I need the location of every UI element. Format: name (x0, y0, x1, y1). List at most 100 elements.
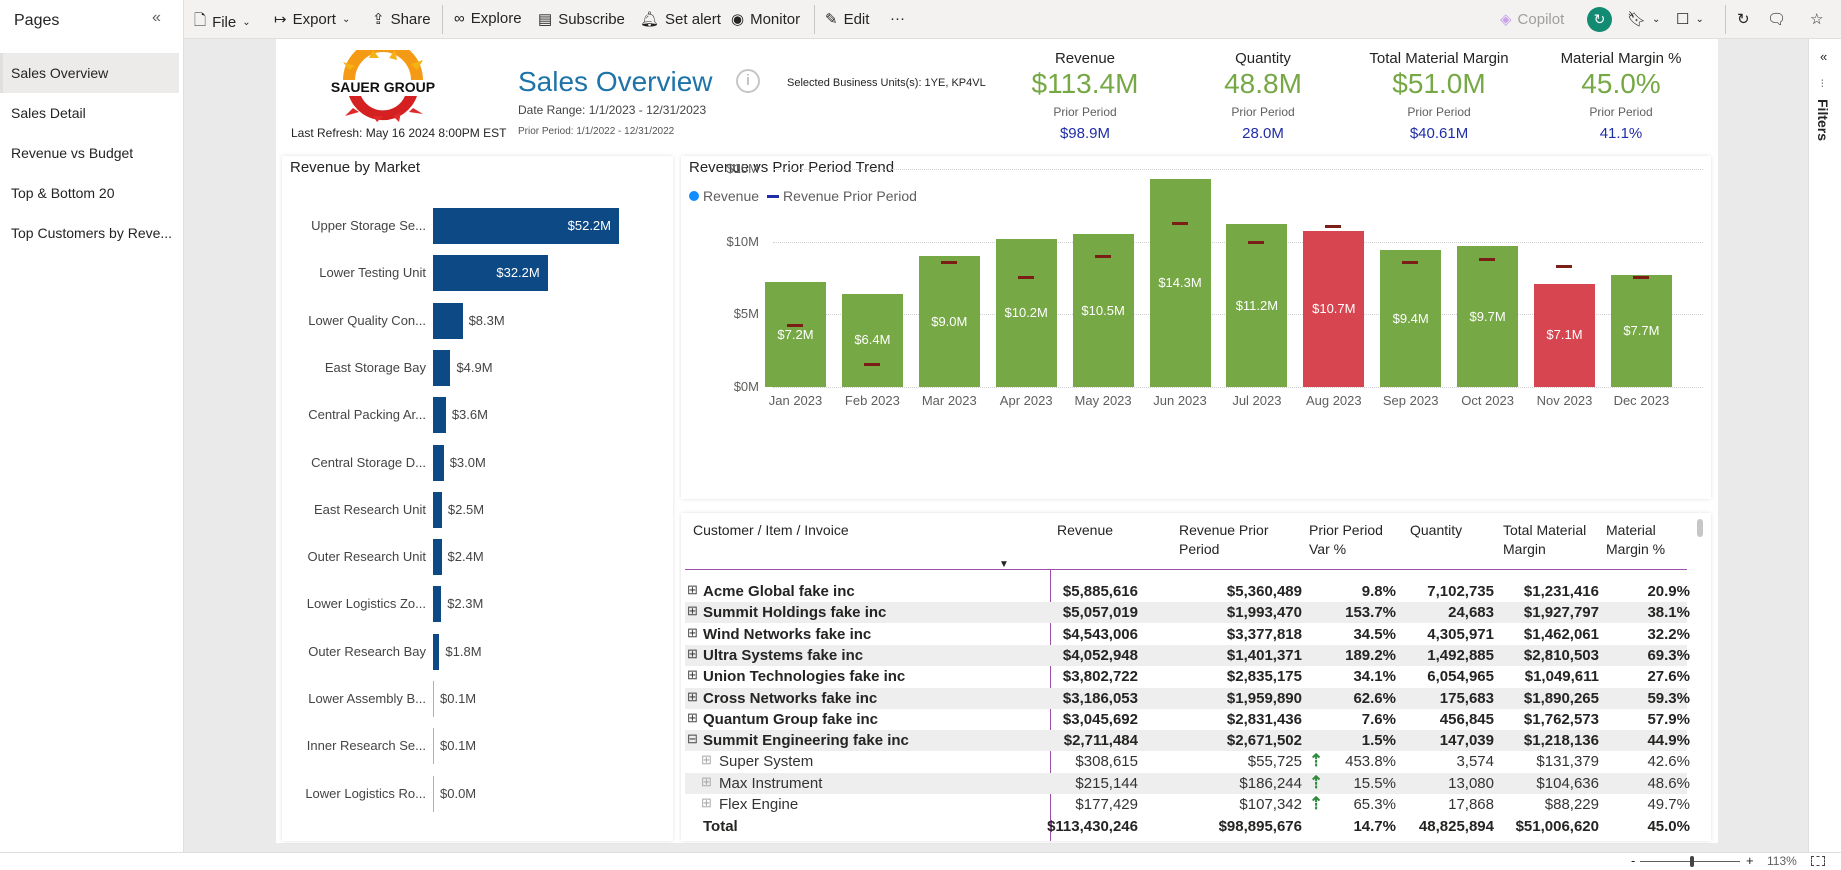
expand-icon[interactable]: ⊞ (701, 795, 712, 811)
y-tick-label: $15M (726, 161, 759, 176)
market-bar[interactable] (433, 728, 434, 765)
table-row[interactable]: ⊞ Ultra Systems fake inc $4,052,948 $1,401,… (685, 644, 1690, 666)
zoom-slider-handle[interactable] (1690, 856, 1694, 867)
header-divider (685, 569, 1687, 570)
expand-icon[interactable]: ⊞ (687, 625, 698, 641)
market-bar[interactable] (433, 633, 440, 670)
explore-button[interactable]: ∞ Explore (454, 10, 522, 27)
market-bar[interactable] (433, 397, 446, 434)
cell: 38.1% (1647, 604, 1690, 622)
bookmark-button[interactable]: 🔖︎ ⌄ (1627, 10, 1660, 28)
market-bar[interactable] (433, 586, 442, 623)
cell: $1,218,136 (1523, 732, 1599, 750)
zoom-level: 113% (1767, 854, 1797, 868)
reset-icon[interactable]: ↻ (1587, 7, 1612, 32)
view-button[interactable]: ☐ ⌄ (1676, 10, 1704, 28)
expand-icon[interactable]: ⊞ (687, 667, 698, 683)
edit-button[interactable]: ✎ Edit (825, 10, 869, 29)
bar-value-label: $10.5M (1081, 302, 1125, 318)
favorite-button[interactable]: ☆ (1810, 10, 1823, 28)
market-bar[interactable] (433, 775, 434, 812)
cell: 32.2% (1647, 625, 1690, 643)
collapse-icon[interactable]: « (152, 9, 161, 27)
column-header[interactable]: Margin % (1606, 540, 1665, 559)
copilot-button[interactable]: ◈ Copilot (1500, 10, 1564, 29)
prior-period-marker (1632, 275, 1649, 279)
market-bar[interactable] (433, 302, 463, 339)
market-bar[interactable] (433, 539, 442, 576)
page-item[interactable]: Sales Overview (0, 53, 179, 93)
expand-icon[interactable]: ⊞ (687, 646, 698, 662)
page-item[interactable]: Sales Detail (0, 93, 179, 133)
page-item[interactable]: Top & Bottom 20 (0, 173, 179, 213)
bar-value-label: $9.0M (931, 313, 968, 329)
table-row[interactable]: ⊞ Cross Networks fake inc $3,186,053 $1,959… (685, 687, 1690, 709)
cell: 453.8% (1345, 753, 1396, 771)
column-header[interactable]: Revenue (1057, 521, 1113, 540)
table-row[interactable]: ⊞ Max Instrument ⇡ $215,144 $186,244 15.5% 13,… (685, 772, 1690, 794)
column-header[interactable]: Var % (1309, 540, 1346, 559)
column-header[interactable]: Prior Period (1309, 521, 1383, 540)
chevron-down-icon: ⌄ (341, 13, 351, 25)
table-row[interactable]: Total $113,430,246 $98,895,676 14.7% 48,825,… (685, 816, 1690, 837)
cell: $1,462,061 (1523, 625, 1599, 643)
table-row[interactable]: ⊞ Union Technologies fake inc $3,802,722 $2… (685, 666, 1690, 687)
comment-button[interactable]: 🗨︎ (1767, 10, 1786, 28)
prior-period-marker (1248, 240, 1265, 244)
cell: $186,244 (1239, 774, 1302, 792)
column-header[interactable]: Period (1179, 540, 1219, 559)
cell: 6,054,965 (1427, 668, 1494, 686)
export-menu[interactable]: ↦ Export ⌄ (274, 10, 351, 29)
info-icon[interactable]: i (736, 69, 760, 93)
cell: $88,229 (1544, 796, 1599, 813)
market-value: $2.3M (447, 596, 484, 612)
zoom-out-button[interactable]: - (1631, 853, 1635, 868)
refresh-button[interactable]: ↻ (1737, 10, 1750, 28)
fit-to-page-icon[interactable] (1811, 856, 1825, 866)
page-title: Sales Overview (518, 66, 713, 97)
column-header[interactable]: Quantity (1410, 521, 1462, 540)
table-row[interactable]: ⊞ Flex Engine ⇡ $177,429 $107,342 65.3% 17,868… (685, 794, 1690, 813)
set-alert-button[interactable]: 🔔︎ Set alert (640, 10, 721, 29)
expand-icon[interactable]: ⊞ (687, 603, 698, 619)
subscribe-button[interactable]: ▤ Subscribe (538, 10, 625, 29)
monitor-button[interactable]: ◉ Monitor (731, 10, 800, 29)
refresh-icon: ↻ (1737, 11, 1750, 28)
market-bar[interactable] (433, 349, 451, 386)
market-bar[interactable] (433, 681, 434, 717)
column-header[interactable]: Revenue Prior (1179, 521, 1269, 540)
table-row[interactable]: ⊞ Wind Networks fake inc $4,543,006 $3,377,… (685, 624, 1690, 645)
x-tick-label: Jan 2023 (768, 393, 823, 408)
page-item[interactable]: Top Customers by Reve... (0, 213, 179, 253)
scrollbar[interactable] (1697, 519, 1703, 537)
pencil-icon: ✎ (825, 11, 838, 28)
expand-icon[interactable]: ⊟ (687, 731, 698, 747)
file-menu[interactable]: 🗋 File ⌄ (194, 10, 251, 35)
table-row[interactable]: ⊞ Quantum Group fake inc $3,045,692 $2,831,… (685, 709, 1690, 730)
column-header[interactable]: Customer / Item / Invoice (693, 521, 849, 540)
expand-icon[interactable]: « (1820, 49, 1827, 64)
zoom-in-button[interactable]: + (1746, 853, 1754, 868)
table-row[interactable]: ⊞ Acme Global fake inc $5,885,616 $5,360,48… (685, 581, 1690, 602)
table-row[interactable]: ⊞ Super System ⇡ $308,615 $55,725 453.8% 3,574… (685, 751, 1690, 772)
page-item[interactable]: Revenue vs Budget (0, 133, 179, 173)
market-value: $0.1M (440, 691, 477, 706)
expand-icon[interactable]: ⊞ (687, 710, 698, 726)
sort-desc-icon[interactable]: ▼ (999, 559, 1009, 570)
market-bar[interactable] (433, 491, 442, 528)
more-options-button[interactable]: ··· (890, 10, 905, 27)
share-button[interactable]: ⇪ Share (372, 10, 431, 29)
expand-icon[interactable]: ⊞ (687, 689, 698, 705)
table-row[interactable]: ⊞ Summit Holdings fake inc $5,057,019 $1,99… (685, 602, 1690, 624)
market-bar[interactable] (433, 444, 444, 481)
expand-icon[interactable]: ⊞ (701, 774, 712, 790)
expand-icon[interactable]: ⊞ (701, 752, 712, 768)
expand-icon[interactable]: ⊞ (687, 582, 698, 598)
filters-pane[interactable]: « ⫶ Filters (1808, 39, 1841, 852)
column-header[interactable]: Material (1606, 521, 1656, 540)
view-icon: ☐ (1676, 11, 1690, 28)
column-header[interactable]: Total Material (1503, 521, 1586, 540)
table-row[interactable]: ⊟ Summit Engineering fake inc $2,711,484 $2… (685, 730, 1690, 752)
column-header[interactable]: Margin (1503, 540, 1546, 559)
prior-period-marker (940, 261, 957, 264)
